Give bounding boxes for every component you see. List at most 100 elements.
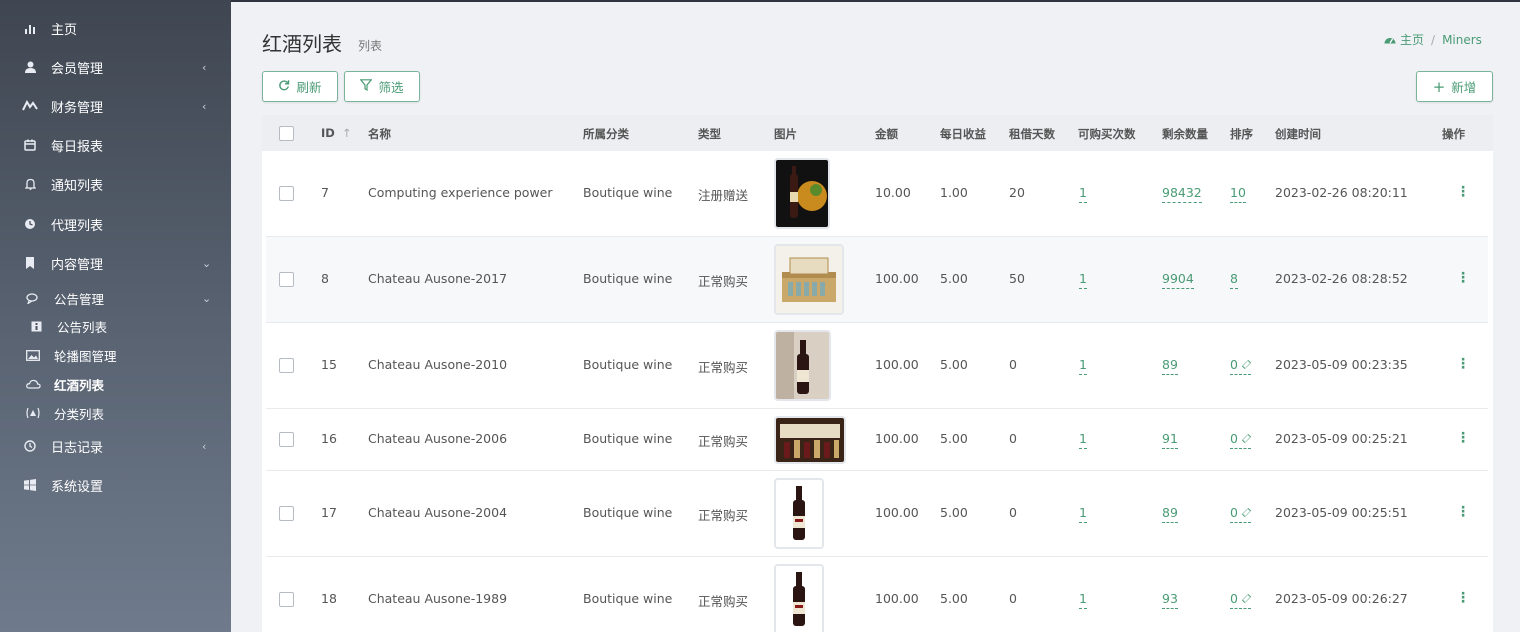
- bell-icon: [22, 176, 38, 192]
- cell-amount: 100.00: [875, 505, 919, 520]
- sidebar-item-announcement-list[interactable]: 公告列表: [0, 315, 231, 337]
- cell-buy-times[interactable]: 1: [1079, 357, 1087, 375]
- column-header-buy-times: 可购买次数: [1078, 127, 1136, 141]
- user-icon: [22, 59, 38, 75]
- cell-remaining[interactable]: 9904: [1162, 271, 1194, 289]
- more-actions-icon[interactable]: ⋮: [1456, 431, 1470, 445]
- wine-image[interactable]: [774, 416, 846, 464]
- cell-buy-times[interactable]: 1: [1079, 271, 1087, 289]
- cell-remaining[interactable]: 89: [1162, 505, 1178, 523]
- cell-remaining[interactable]: 91: [1162, 431, 1178, 449]
- edit-icon: [1241, 593, 1252, 604]
- cell-buy-times[interactable]: 1: [1079, 431, 1087, 449]
- cell-buy-times[interactable]: 1: [1079, 185, 1087, 203]
- sidebar-item-agents[interactable]: 代理列表: [0, 210, 231, 238]
- cell-created: 2023-02-26 08:28:52: [1275, 271, 1408, 286]
- cell-category: Boutique wine: [583, 431, 673, 446]
- table-row: 15 Chateau Ausone-2010 Boutique wine 正常购…: [266, 323, 1488, 409]
- select-all-checkbox[interactable]: [279, 126, 294, 141]
- cell-sort[interactable]: 0: [1230, 357, 1252, 375]
- breadcrumb-home[interactable]: 主页: [1400, 31, 1424, 48]
- wine-image[interactable]: [774, 564, 824, 632]
- wine-image[interactable]: [774, 478, 824, 549]
- cell-sort[interactable]: 0: [1230, 431, 1252, 449]
- refresh-label: 刷新: [296, 80, 322, 95]
- sidebar-item-label: 会员管理: [51, 61, 104, 77]
- cell-type: 正常购买: [698, 360, 749, 375]
- table-row: 8 Chateau Ausone-2017 Boutique wine 正常购买…: [266, 237, 1488, 323]
- chevron-left-icon: ‹: [202, 439, 207, 453]
- filter-button[interactable]: 筛选: [344, 71, 420, 102]
- sidebar-item-settings[interactable]: 系统设置: [0, 471, 231, 499]
- row-checkbox[interactable]: [279, 186, 294, 201]
- cell-buy-times[interactable]: 1: [1079, 591, 1087, 609]
- cell-daily-income: 5.00: [940, 357, 968, 372]
- more-actions-icon[interactable]: ⋮: [1456, 185, 1470, 199]
- cell-type: 注册赠送: [698, 188, 749, 203]
- cell-daily-income: 1.00: [940, 185, 968, 200]
- row-checkbox[interactable]: [279, 592, 294, 607]
- sidebar-item-daily-report[interactable]: 每日报表: [0, 131, 231, 159]
- sidebar-item-home[interactable]: 主页: [0, 14, 231, 42]
- sidebar-item-content[interactable]: 内容管理 ⌄: [0, 249, 231, 277]
- cell-remaining[interactable]: 98432: [1162, 185, 1202, 203]
- more-actions-icon[interactable]: ⋮: [1456, 357, 1470, 371]
- sidebar-item-label: 公告列表: [57, 319, 108, 335]
- sidebar-item-carousel[interactable]: 轮播图管理: [0, 344, 231, 366]
- wine-image[interactable]: [774, 244, 844, 315]
- cell-type: 正常购买: [698, 508, 749, 523]
- more-actions-icon[interactable]: ⋮: [1456, 591, 1470, 605]
- bar-chart-icon: [22, 20, 38, 36]
- wine-image[interactable]: [774, 330, 831, 401]
- sidebar-item-logs[interactable]: 日志记录 ‹: [0, 432, 231, 460]
- more-actions-icon[interactable]: ⋮: [1456, 271, 1470, 285]
- sidebar-item-finance[interactable]: 财务管理 ‹: [0, 92, 231, 120]
- wine-image[interactable]: [774, 158, 830, 229]
- table-row: 16 Chateau Ausone-2006 Boutique wine 正常购…: [266, 409, 1488, 471]
- cell-sort[interactable]: 8: [1230, 271, 1238, 289]
- calendar-icon: [22, 137, 38, 153]
- category-icon: [25, 405, 41, 421]
- comments-icon: [25, 290, 41, 306]
- refresh-icon: [278, 79, 290, 94]
- column-header-actions: 操作: [1442, 127, 1465, 141]
- refresh-button[interactable]: 刷新: [262, 71, 338, 102]
- row-checkbox[interactable]: [279, 272, 294, 287]
- cell-remaining[interactable]: 89: [1162, 357, 1178, 375]
- add-button[interactable]: + 新增: [1416, 71, 1493, 102]
- image-icon: [25, 347, 41, 363]
- cell-remaining[interactable]: 93: [1162, 591, 1178, 609]
- plus-icon: +: [1432, 77, 1446, 96]
- cell-created: 2023-05-09 00:26:27: [1275, 591, 1408, 606]
- chevron-left-icon: ‹: [202, 99, 207, 113]
- filter-icon: [359, 79, 374, 94]
- sidebar-item-members[interactable]: 会员管理 ‹: [0, 53, 231, 81]
- row-checkbox[interactable]: [279, 358, 294, 373]
- more-actions-icon[interactable]: ⋮: [1456, 505, 1470, 519]
- cell-type: 正常购买: [698, 434, 749, 449]
- cell-buy-times[interactable]: 1: [1079, 505, 1087, 523]
- cell-rental-days: 0: [1009, 357, 1017, 372]
- cell-sort[interactable]: 0: [1230, 591, 1252, 609]
- cell-sort[interactable]: 10: [1230, 185, 1246, 203]
- row-checkbox[interactable]: [279, 506, 294, 521]
- sidebar-item-announcements[interactable]: 公告管理 ⌄: [0, 287, 231, 309]
- sidebar-item-label: 主页: [51, 22, 78, 38]
- cell-sort[interactable]: 0: [1230, 505, 1252, 523]
- breadcrumb-current: Miners: [1442, 32, 1482, 47]
- chevron-left-icon: ‹: [202, 60, 207, 74]
- cell-rental-days: 0: [1009, 591, 1017, 606]
- edit-icon: [1241, 507, 1252, 518]
- sidebar-item-category-list[interactable]: 分类列表: [0, 402, 231, 424]
- cloud-icon: [25, 376, 41, 392]
- sidebar-item-label: 每日报表: [51, 139, 104, 155]
- column-header-sort: 排序: [1230, 127, 1253, 141]
- data-table: ID ↑ 名称 所属分类 类型 图片 金额 每日收益 租借天数 可购买次数 剩余…: [262, 115, 1493, 632]
- sidebar-item-wine-list[interactable]: 红酒列表: [0, 373, 231, 395]
- column-header-id[interactable]: ID ↑: [321, 126, 351, 140]
- cell-created: 2023-05-09 00:25:51: [1275, 505, 1408, 520]
- sidebar-item-notifications[interactable]: 通知列表: [0, 170, 231, 198]
- row-checkbox[interactable]: [279, 432, 294, 447]
- sidebar-item-label: 通知列表: [51, 178, 104, 194]
- table-row: 17 Chateau Ausone-2004 Boutique wine 正常购…: [266, 471, 1488, 557]
